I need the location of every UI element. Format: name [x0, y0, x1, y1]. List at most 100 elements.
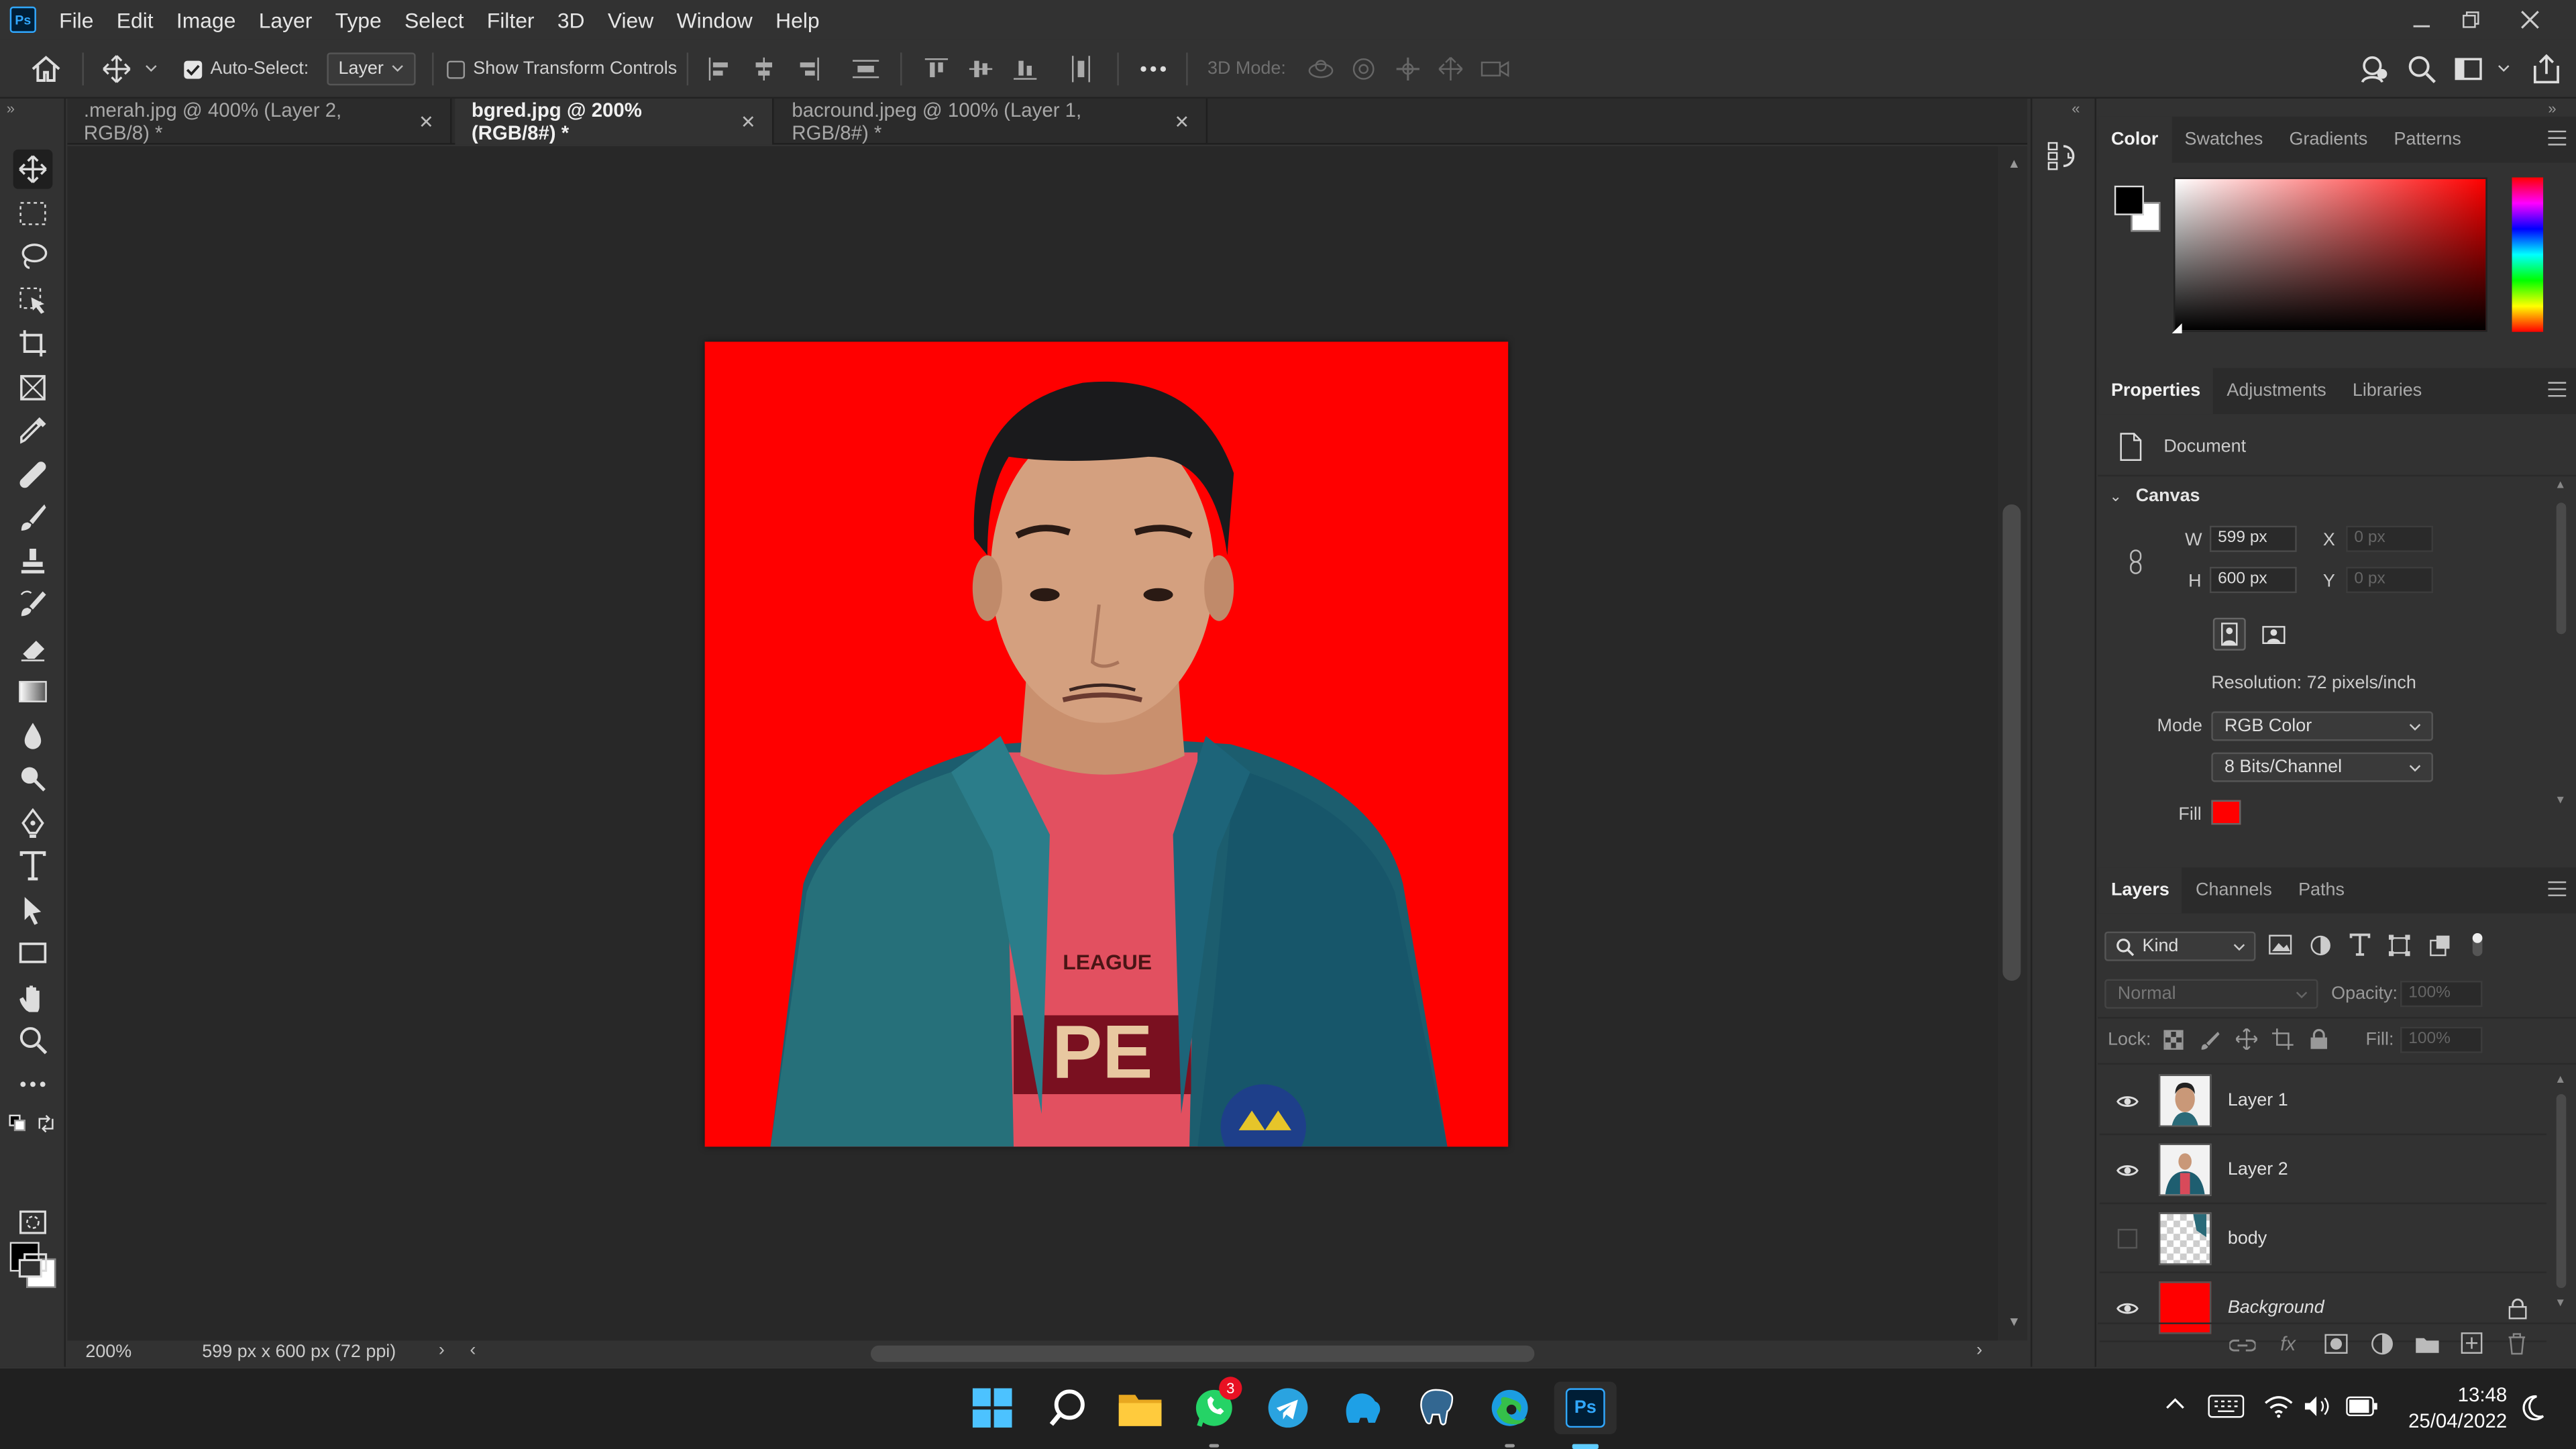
canvas-vertical-scrollbar[interactable]: ▲ ▼ — [1997, 146, 2028, 1341]
height-field[interactable]: 600 px — [2209, 566, 2297, 594]
postgresql-icon[interactable] — [1409, 1382, 1462, 1434]
zoom-level[interactable]: 200% — [85, 1342, 131, 1362]
zoom-tool-icon[interactable] — [13, 1020, 53, 1060]
color-mode-dropdown[interactable]: RGB Color — [2211, 711, 2433, 741]
add-mask-icon[interactable] — [2324, 1334, 2348, 1354]
new-group-icon[interactable] — [2415, 1334, 2440, 1354]
more-options-icon[interactable] — [1138, 40, 1168, 99]
align-right-icon[interactable] — [795, 40, 821, 99]
menu-3d[interactable]: 3D — [557, 7, 585, 32]
home-icon[interactable] — [30, 40, 62, 99]
clock-date[interactable]: 25/04/2022 — [2392, 1409, 2507, 1432]
brush-tool-icon[interactable] — [13, 498, 53, 537]
auto-select-checkbox[interactable] — [184, 60, 203, 78]
restore-button[interactable] — [2443, 0, 2499, 40]
tab-gradients[interactable]: Gradients — [2276, 117, 2381, 163]
telegram-icon[interactable] — [1262, 1382, 1314, 1434]
align-middle-icon[interactable] — [967, 40, 994, 99]
tab-merah[interactable]: .merah.jpg @ 400% (Layer 2, RGB/8) * ✕ — [67, 98, 452, 145]
edit-toolbar-icon[interactable] — [13, 1065, 53, 1104]
file-explorer-icon[interactable] — [1114, 1382, 1166, 1434]
tab-adjustments[interactable]: Adjustments — [2214, 368, 2339, 415]
visibility-toggle-off[interactable] — [2110, 1227, 2146, 1250]
workspace-icon[interactable] — [2455, 40, 2514, 99]
menu-window[interactable]: Window — [677, 7, 753, 32]
tab-bacround[interactable]: bacround.jpeg @ 100% (Layer 1, RGB/8#) *… — [775, 98, 1208, 145]
clock-time[interactable]: 13:48 — [2408, 1383, 2508, 1406]
pen-tool-icon[interactable] — [13, 804, 53, 843]
tab-layers[interactable]: Layers — [2098, 867, 2183, 914]
properties-scrollbar[interactable]: ▲ ▼ — [2555, 480, 2568, 808]
battery-icon[interactable] — [2346, 1396, 2379, 1417]
close-tab-icon[interactable]: ✕ — [1174, 111, 1189, 132]
hand-tool-icon[interactable] — [13, 977, 53, 1017]
chevron-down-icon[interactable]: ⌄ — [2110, 488, 2122, 506]
history-brush-tool-icon[interactable] — [13, 585, 53, 625]
collapse-panels-icon[interactable]: « — [2072, 100, 2080, 116]
new-layer-icon[interactable] — [2461, 1332, 2483, 1354]
move-tool-options-icon[interactable] — [102, 40, 158, 99]
show-transform-checkbox[interactable] — [447, 60, 466, 78]
whatsapp-icon[interactable]: 3 — [1188, 1377, 1242, 1448]
menu-edit[interactable]: Edit — [117, 7, 154, 32]
properties-panel-menu-icon[interactable] — [2548, 381, 2567, 397]
menu-type[interactable]: Type — [335, 7, 382, 32]
document-canvas[interactable]: LEAGUE PE — [704, 341, 1509, 1147]
width-field[interactable]: 599 px — [2209, 525, 2297, 552]
filter-pixel-icon[interactable] — [2269, 934, 2292, 955]
3d-orbit-icon[interactable] — [1306, 40, 1336, 99]
color-panel-menu-icon[interactable] — [2548, 129, 2567, 146]
lock-all-icon[interactable] — [2310, 1028, 2328, 1050]
menu-filter[interactable]: Filter — [487, 7, 535, 32]
app-blue-icon[interactable] — [1336, 1382, 1388, 1434]
object-selection-tool-icon[interactable] — [13, 281, 53, 321]
type-tool-icon[interactable] — [13, 846, 53, 885]
quick-mask-icon[interactable] — [13, 1203, 53, 1242]
lock-pixels-icon[interactable] — [2200, 1030, 2220, 1050]
scroll-right-icon[interactable]: › — [1976, 1340, 1982, 1360]
delete-layer-icon[interactable] — [2507, 1332, 2526, 1355]
focus-assist-icon[interactable] — [2518, 1395, 2544, 1421]
tab-paths[interactable]: Paths — [2285, 867, 2357, 914]
horizontal-scroll-thumb[interactable] — [870, 1345, 1535, 1362]
crop-tool-icon[interactable] — [13, 323, 53, 363]
x-field[interactable]: 0 px — [2346, 525, 2433, 552]
menu-file[interactable]: File — [59, 7, 93, 32]
align-center-icon[interactable] — [751, 40, 777, 99]
minimize-button[interactable] — [2394, 0, 2449, 40]
healing-brush-tool-icon[interactable] — [13, 455, 53, 494]
layer-filter-dropdown[interactable]: Kind — [2104, 931, 2256, 961]
filter-shape-icon[interactable] — [2388, 934, 2410, 957]
hue-slider[interactable] — [2512, 177, 2544, 332]
search-icon[interactable] — [1042, 1382, 1094, 1434]
tab-swatches[interactable]: Swatches — [2171, 117, 2276, 163]
frame-tool-icon[interactable] — [13, 368, 53, 408]
tab-patterns[interactable]: Patterns — [2381, 117, 2475, 163]
status-menu-icon[interactable]: › — [439, 1340, 445, 1360]
portrait-orientation-button[interactable] — [2212, 617, 2246, 651]
tab-properties[interactable]: Properties — [2098, 368, 2214, 415]
menu-image[interactable]: Image — [176, 7, 236, 32]
photoshop-taskbar-icon[interactable]: Ps — [1554, 1381, 1617, 1449]
lock-position-icon[interactable] — [2236, 1028, 2257, 1050]
layer-fill-field[interactable]: 100% — [2400, 1026, 2483, 1053]
eye-icon[interactable] — [2110, 1093, 2146, 1108]
default-colors-icon[interactable] — [8, 1114, 28, 1133]
landscape-orientation-button[interactable] — [2257, 618, 2290, 651]
volume-icon[interactable] — [2303, 1395, 2332, 1417]
filter-toggle-icon[interactable] — [2471, 932, 2484, 958]
menu-view[interactable]: View — [608, 7, 653, 32]
opacity-field[interactable]: 100% — [2400, 981, 2483, 1008]
path-selection-tool-icon[interactable] — [13, 890, 53, 930]
3d-roll-icon[interactable] — [1350, 40, 1377, 99]
foreground-color-chip[interactable] — [2114, 185, 2144, 215]
layer-row-body[interactable]: body — [2099, 1206, 2546, 1273]
wifi-icon[interactable] — [2264, 1395, 2294, 1418]
adjustment-layer-icon[interactable] — [2371, 1332, 2394, 1355]
screen-mode-icon[interactable] — [13, 1245, 53, 1285]
tab-libraries[interactable]: Libraries — [2339, 368, 2435, 415]
chevron-up-icon[interactable] — [2165, 1397, 2185, 1410]
layers-panel-menu-icon[interactable] — [2548, 881, 2567, 897]
filter-smart-object-icon[interactable] — [2430, 934, 2451, 957]
auto-select-dropdown[interactable]: Layer — [327, 52, 416, 86]
